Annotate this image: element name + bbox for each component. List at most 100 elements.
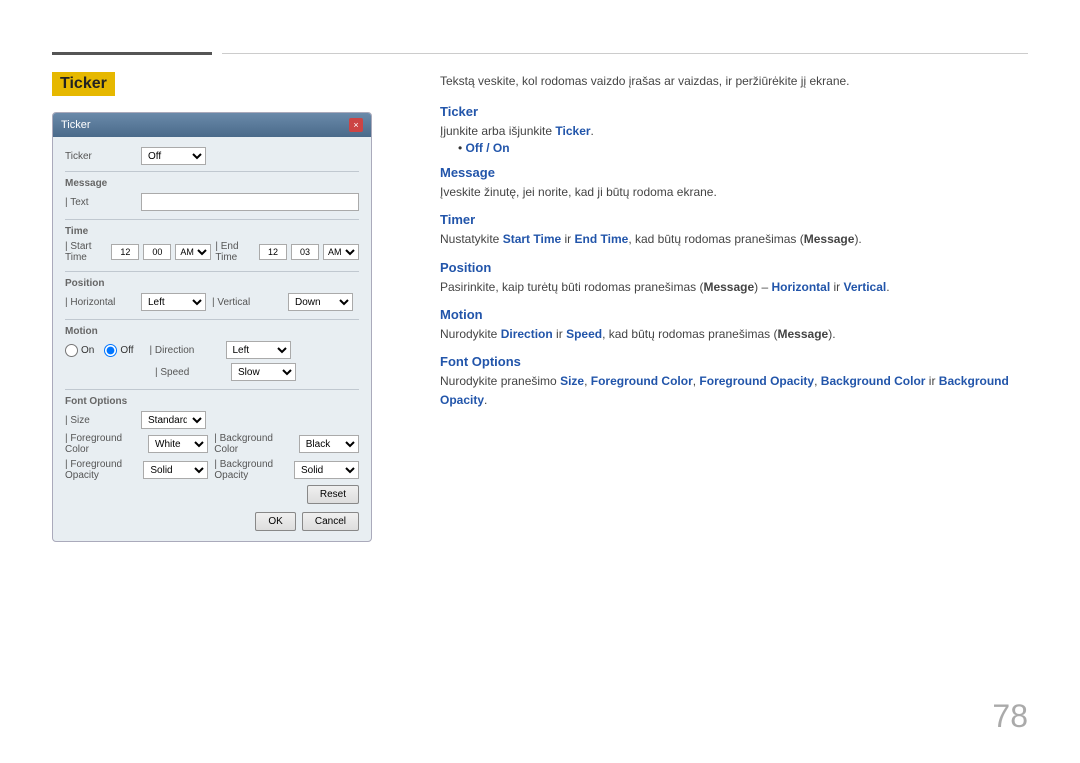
font-bg-bold: Background Color <box>821 374 926 388</box>
speed-label: | Speed <box>155 367 225 378</box>
size-label: | Size <box>65 415 135 426</box>
ticker-description: Įjunkite arba išjunkite Ticker. <box>440 122 1028 141</box>
section-title: Ticker <box>52 72 115 96</box>
message-section-title: Message <box>65 178 359 189</box>
position-heading: Position <box>440 260 1028 275</box>
motion-on-input[interactable] <box>65 344 78 357</box>
position-message-bold: Message <box>703 280 754 294</box>
motion-message-bold: Message <box>778 327 829 341</box>
fg-opacity-label: | Foreground Opacity <box>65 459 137 481</box>
position-section: Position | Horizontal LeftRight | Vertic… <box>65 278 359 311</box>
text-row: | Text <box>65 193 359 211</box>
motion-off-radio: Off <box>104 344 133 357</box>
end-ampm-select[interactable]: AMPM <box>323 244 359 260</box>
end-time-label: | End Time <box>215 241 255 263</box>
dialog-titlebar: Ticker × <box>53 113 371 137</box>
motion-off-label: Off <box>120 345 133 356</box>
font-options-title: Font Options <box>65 396 359 407</box>
ticker-bullet-bold: Off / On <box>466 141 510 155</box>
speed-select[interactable]: SlowMediumFast <box>231 363 296 381</box>
fg-color-label: | Foreground Color <box>65 433 142 455</box>
fg-color-select[interactable]: WhiteBlackRed <box>148 435 208 453</box>
ticker-heading: Ticker <box>440 104 1028 119</box>
motion-off-input[interactable] <box>104 344 117 357</box>
motion-content-section: Motion Nurodykite Direction ir Speed, ka… <box>440 307 1028 344</box>
bg-opacity-select[interactable]: SolidTransparent <box>294 461 359 479</box>
message-content-section: Message Įveskite žinutę, jei norite, kad… <box>440 165 1028 202</box>
font-description: Nurodykite pranešimo Size, Foreground Co… <box>440 372 1028 410</box>
dialog-body: Ticker Off On Message | Text Time <box>53 137 371 541</box>
sep2 <box>65 219 359 220</box>
motion-section: Motion On Off | Direction <box>65 326 359 381</box>
horizontal-bold: Horizontal <box>772 280 831 294</box>
time-section: Time | Start Time AMPM | End Time AMPM <box>65 226 359 263</box>
start-ampm-select[interactable]: AMPM <box>175 244 211 260</box>
ticker-select[interactable]: Off On <box>141 147 206 165</box>
position-section-title: Position <box>65 278 359 289</box>
ticker-bullet: • Off / On <box>458 141 1028 155</box>
horizontal-label: | Horizontal <box>65 297 135 308</box>
page-number: 78 <box>992 698 1028 735</box>
ticker-bold: Ticker <box>555 124 590 138</box>
fg-opacity-row: | Foreground Opacity SolidTransparent | … <box>65 459 359 481</box>
size-select[interactable]: StandardSmallLarge <box>141 411 206 429</box>
left-section: Ticker Ticker × Ticker Off On Message | … <box>52 72 442 542</box>
message-heading: Message <box>440 165 1028 180</box>
fg-color-row: | Foreground Color WhiteBlackRed | Backg… <box>65 433 359 455</box>
horizontal-select[interactable]: LeftRight <box>141 293 206 311</box>
direction-select[interactable]: LeftRight <box>226 341 291 359</box>
start-time-label: | Start Time <box>65 241 107 263</box>
end-hour-input[interactable] <box>259 244 287 260</box>
font-fg-bold: Foreground Color <box>591 374 693 388</box>
position-content-section: Position Pasirinkite, kaip turėtų būti r… <box>440 260 1028 297</box>
timer-description: Nustatykite Start Time ir End Time, kad … <box>440 230 1028 249</box>
end-min-input[interactable] <box>291 244 319 260</box>
font-options-heading: Font Options <box>440 354 1028 369</box>
font-options-content-section: Font Options Nurodykite pranešimo Size, … <box>440 354 1028 410</box>
bg-opacity-label: | Background Opacity <box>214 459 288 481</box>
timer-heading: Timer <box>440 212 1028 227</box>
vertical-select[interactable]: DownUp <box>288 293 353 311</box>
position-description: Pasirinkite, kaip turėtų būti rodomas pr… <box>440 278 1028 297</box>
motion-on-label: On <box>81 345 94 356</box>
ticker-content-section: Ticker Įjunkite arba išjunkite Ticker. •… <box>440 104 1028 155</box>
bg-color-select[interactable]: BlackWhite <box>299 435 359 453</box>
vertical-bold: Vertical <box>844 280 887 294</box>
motion-section-title: Motion <box>65 326 359 337</box>
right-section: Tekstą veskite, kol rodomas vaizdo įraša… <box>440 72 1028 420</box>
dialog-buttons: OK Cancel <box>65 512 359 531</box>
start-min-input[interactable] <box>143 244 171 260</box>
start-hour-input[interactable] <box>111 244 139 260</box>
timer-message-bold: Message <box>804 232 855 246</box>
top-line-light <box>222 53 1028 54</box>
direction-bold: Direction <box>501 327 553 341</box>
motion-radio-group: On Off <box>65 344 134 357</box>
cancel-button[interactable]: Cancel <box>302 512 359 531</box>
speed-bold: Speed <box>566 327 602 341</box>
font-options-section: Font Options | Size StandardSmallLarge |… <box>65 396 359 504</box>
text-label: | Text <box>65 197 135 208</box>
timer-content-section: Timer Nustatykite Start Time ir End Time… <box>440 212 1028 249</box>
sep4 <box>65 319 359 320</box>
sep1 <box>65 171 359 172</box>
dialog-close-button[interactable]: × <box>349 118 363 132</box>
motion-radio-row: On Off | Direction LeftRight <box>65 341 359 359</box>
text-input[interactable] <box>141 193 359 211</box>
ticker-row: Ticker Off On <box>65 147 359 165</box>
time-section-title: Time <box>65 226 359 237</box>
vertical-label: | Vertical <box>212 297 282 308</box>
reset-button[interactable]: Reset <box>307 485 359 504</box>
message-section: Message | Text <box>65 178 359 211</box>
sep3 <box>65 271 359 272</box>
motion-heading: Motion <box>440 307 1028 322</box>
fg-opacity-select[interactable]: SolidTransparent <box>143 461 208 479</box>
ok-button[interactable]: OK <box>255 512 295 531</box>
bg-color-label: | Background Color <box>214 433 293 455</box>
font-fgo-bold: Foreground Opacity <box>699 374 814 388</box>
top-line-dark <box>52 52 212 55</box>
size-row: | Size StandardSmallLarge <box>65 411 359 429</box>
sep5 <box>65 389 359 390</box>
dialog-title: Ticker <box>61 119 91 131</box>
ticker-field-label: Ticker <box>65 151 135 162</box>
reset-row: Reset <box>65 485 359 504</box>
